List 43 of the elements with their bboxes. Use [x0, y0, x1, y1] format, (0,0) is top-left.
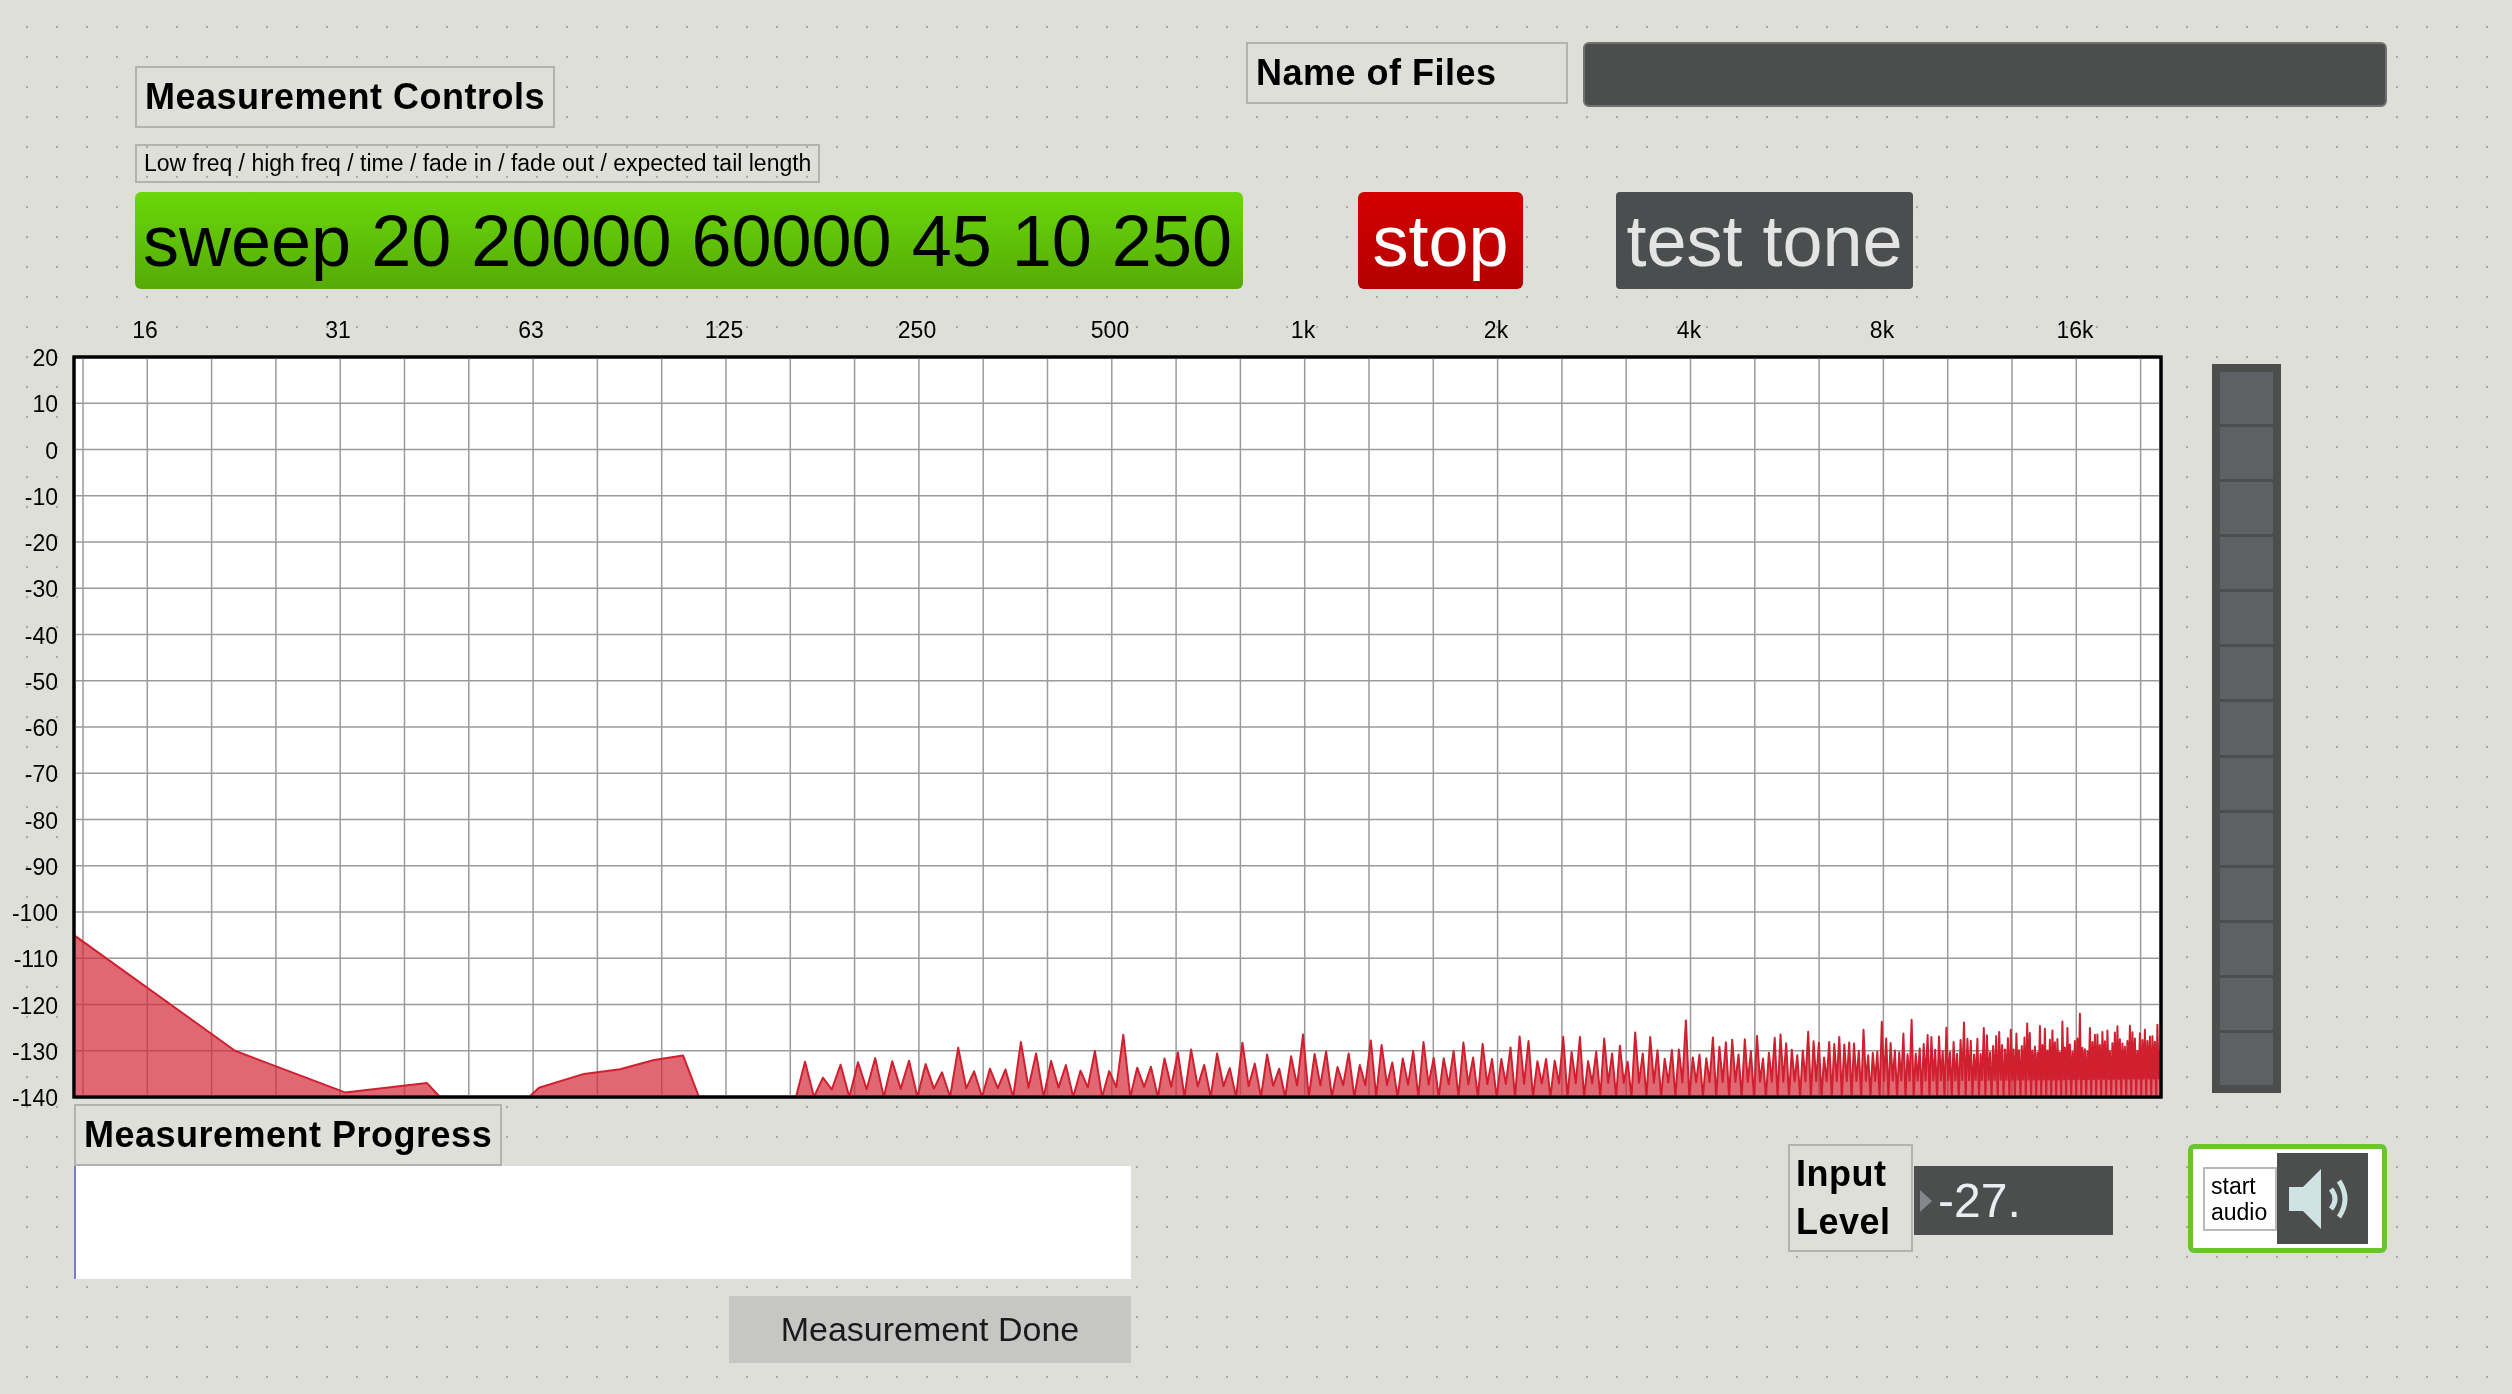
frequency-tick-label: 250 [897, 317, 937, 343]
level-tick-label: -40 [24, 622, 58, 649]
frequency-tick-label: 16 [132, 317, 158, 343]
frequency-tick-label: 31 [325, 317, 351, 343]
level-tick-label: -70 [24, 761, 58, 788]
section-title: Measurement Progress [74, 1104, 503, 1166]
speaker-button[interactable] [2277, 1153, 2368, 1244]
parameter-hint: Low freq / high freq / time / fade in / fade out / expected tail length [135, 144, 821, 183]
level-tick-label: -140 [11, 1085, 58, 1111]
level-tick-label: -80 [24, 807, 58, 834]
level-tick-label: -20 [24, 530, 58, 556]
start-audio-label: start audio [2203, 1166, 2277, 1231]
frequency-tick-label: 16k [2056, 317, 2094, 343]
level-tick-label: -50 [24, 668, 58, 695]
triangle-icon [1920, 1189, 1932, 1212]
level-tick-label: 20 [32, 345, 58, 371]
level-tick-label: -30 [24, 576, 58, 603]
sweep-message-button[interactable]: sweep 20 20000 60000 45 10 250 [135, 192, 1243, 289]
number-field[interactable]: -27. [1914, 1166, 2113, 1235]
frequency-tick-label: 500 [1090, 317, 1130, 343]
level-tick-label: -130 [11, 1038, 58, 1065]
files-label: Name of Files [1246, 42, 1568, 104]
level-tick-label: -100 [11, 900, 58, 926]
stop-button[interactable]: stop [1358, 192, 1523, 289]
input-level-value: -27. [1938, 1173, 2021, 1228]
frequency-tick-label: 2k [1483, 317, 1509, 343]
frequency-tick-label: 63 [518, 317, 544, 343]
test-tone-button[interactable]: test tone [1616, 192, 1913, 289]
level-tick-label: 0 [45, 437, 58, 464]
level-tick-label: -90 [24, 853, 58, 880]
frequency-tick-label: 1k [1290, 317, 1316, 343]
measurement-done-button[interactable]: Measurement Done [729, 1296, 1131, 1363]
frequency-tick-label: 4k [1676, 317, 1702, 343]
level-tick-label: 10 [32, 391, 58, 418]
level-tick-label: -120 [11, 992, 58, 1019]
level-tick-label: -110 [13, 946, 58, 973]
file-name-field[interactable] [1583, 42, 2387, 107]
section-title: Measurement Controls [135, 66, 556, 128]
level-tick-label: -60 [24, 715, 58, 741]
level-tick-label: -10 [24, 483, 58, 510]
frequency-tick-label: 125 [704, 317, 744, 343]
frequency-tick-label: 8k [1869, 317, 1895, 343]
input-level-label: Input Level [1788, 1144, 1913, 1252]
